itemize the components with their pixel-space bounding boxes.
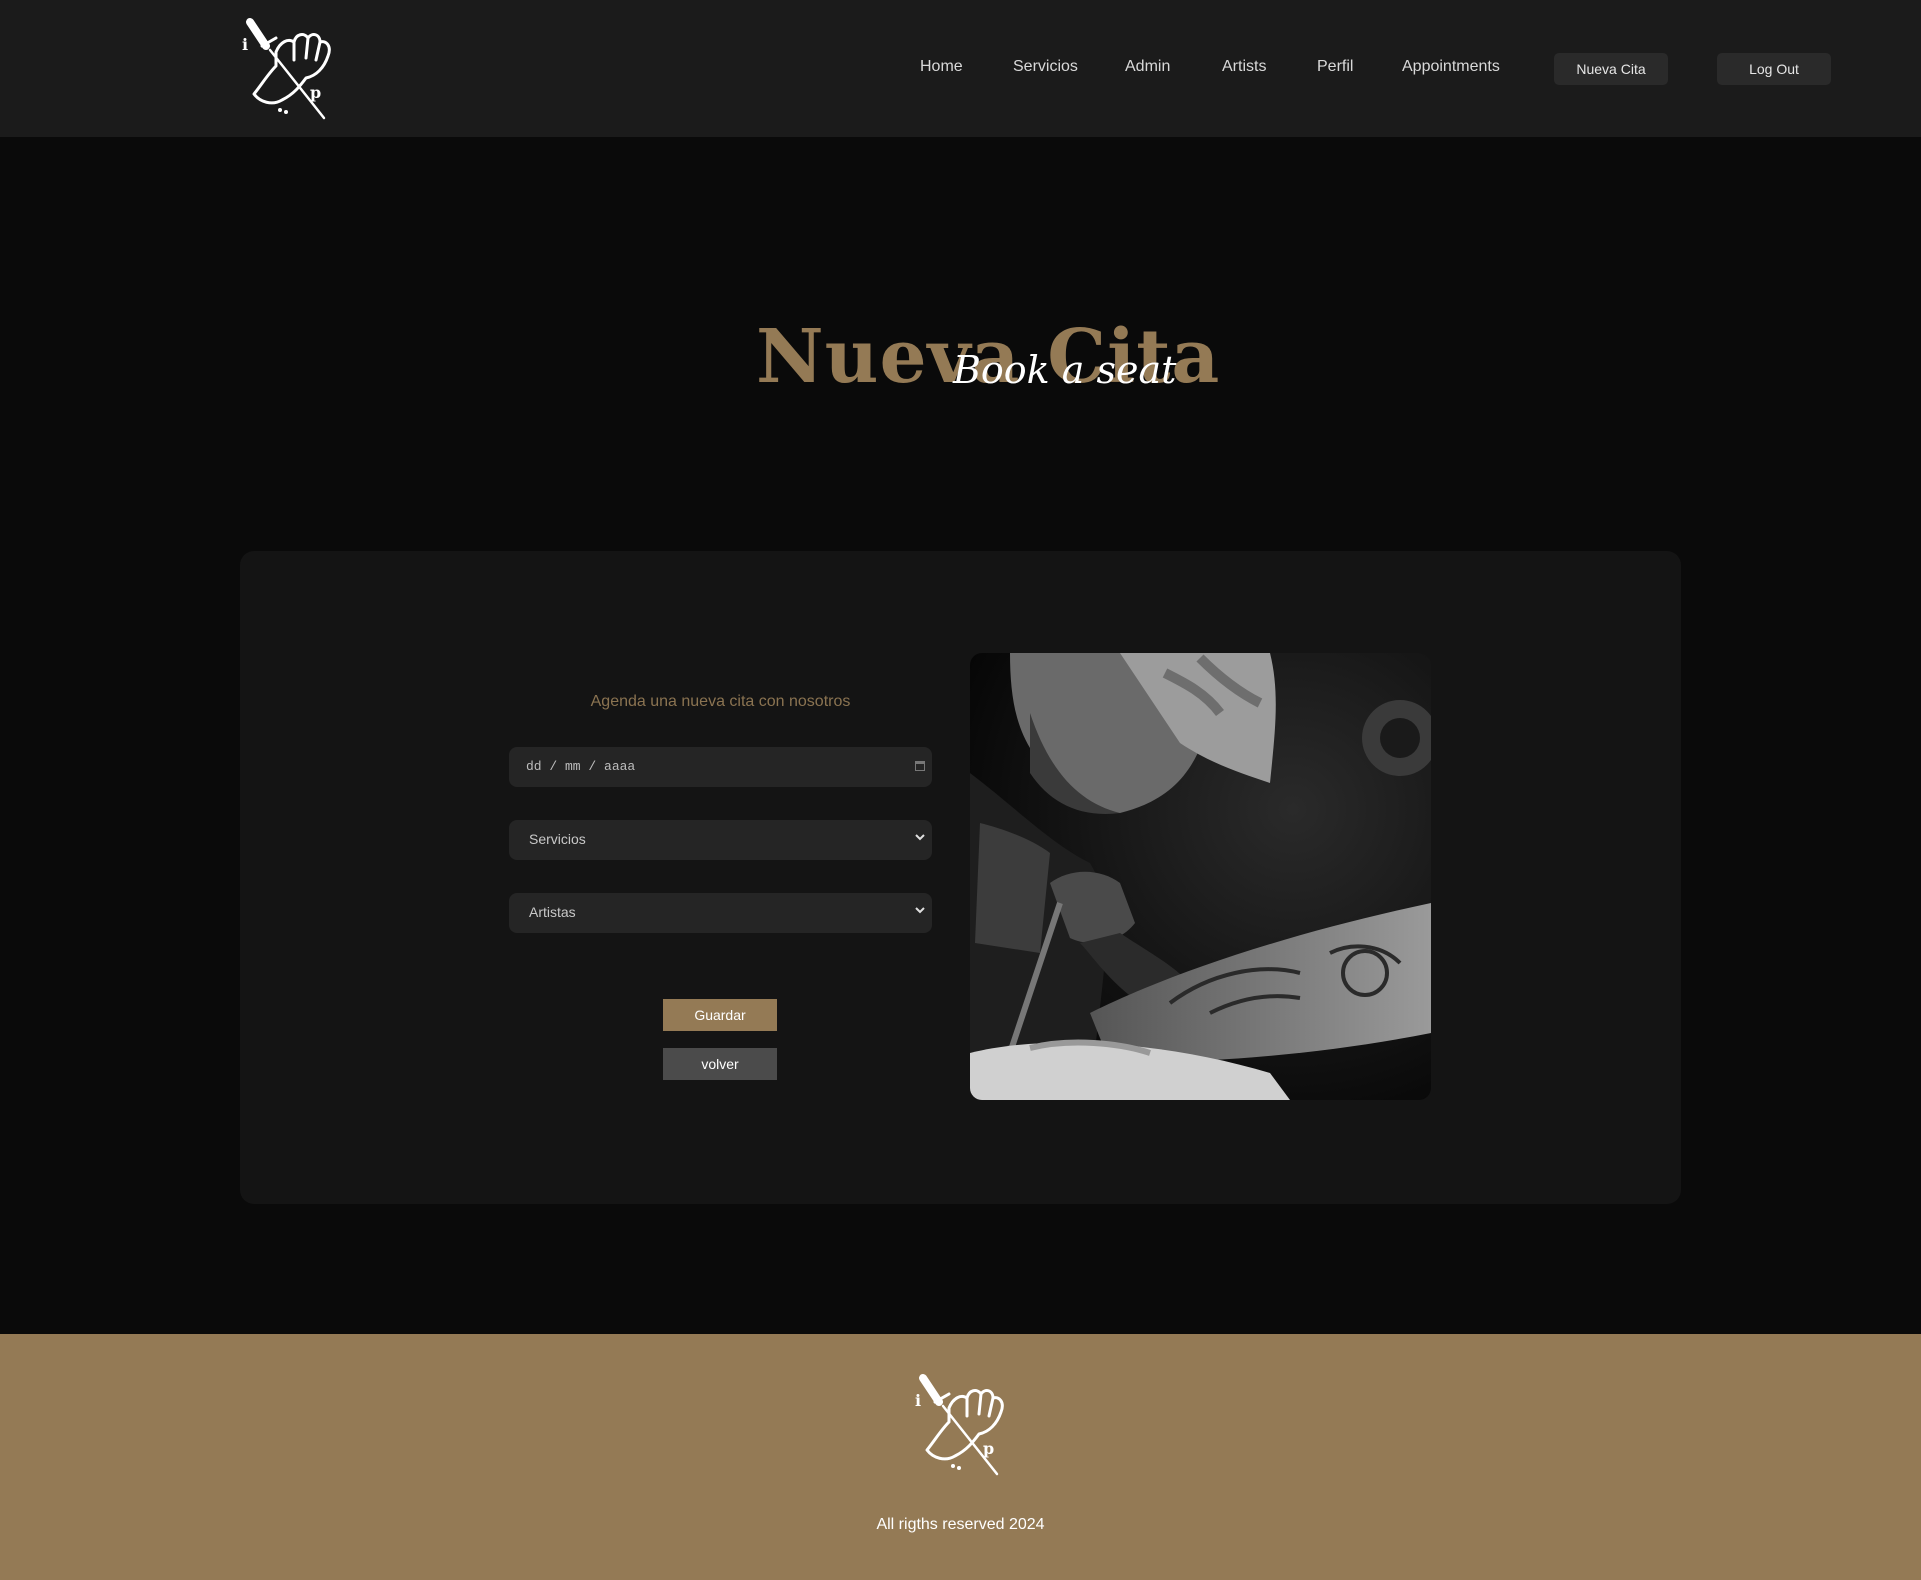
nav-admin[interactable]: Admin (1125, 58, 1170, 76)
artist-select-value: Artistas (529, 904, 576, 920)
form-subtitle: Agenda una nueva cita con nosotros (590, 693, 851, 710)
date-input[interactable]: dd / mm / aaaa (509, 747, 932, 787)
site-footer: i p All rigths reserved 2024 (0, 1334, 1921, 1580)
new-appointment-button[interactable]: Nueva Cita (1554, 53, 1668, 85)
tattoo-artist-photo (970, 653, 1431, 1100)
appointment-card (240, 551, 1681, 1204)
artist-select[interactable]: Artistas (509, 893, 932, 933)
back-button[interactable]: volver (663, 1048, 777, 1080)
svg-text:i: i (242, 35, 248, 54)
service-select-value: Servicios (529, 831, 586, 847)
date-placeholder: dd / mm / aaaa (526, 759, 636, 774)
svg-text:p: p (983, 1439, 994, 1458)
dagger-hand-logo-icon[interactable]: i p (913, 1372, 1009, 1478)
chevron-down-icon (915, 834, 925, 841)
nav-servicios[interactable]: Servicios (1013, 58, 1078, 76)
svg-text:i: i (915, 1391, 921, 1410)
service-select[interactable]: Servicios (509, 820, 932, 860)
logout-button[interactable]: Log Out (1717, 53, 1831, 85)
page-subtitle: Book a seat (953, 348, 1177, 392)
nav-artists[interactable]: Artists (1222, 58, 1266, 76)
nav-perfil[interactable]: Perfil (1317, 58, 1353, 76)
calendar-icon[interactable] (915, 761, 925, 771)
chevron-down-icon (915, 907, 925, 914)
dagger-hand-logo-icon[interactable]: i p (240, 16, 336, 122)
save-button[interactable]: Guardar (663, 999, 777, 1031)
site-header: i p Home Servicios Admin Artists Perfil … (0, 0, 1921, 137)
svg-text:p: p (310, 83, 321, 102)
nav-appointments[interactable]: Appointments (1402, 58, 1500, 76)
nav-home[interactable]: Home (920, 58, 963, 76)
copyright-text: All rigths reserved 2024 (876, 1516, 1045, 1533)
hero-title-section: Nueva Cita Book a seat (0, 300, 1921, 410)
